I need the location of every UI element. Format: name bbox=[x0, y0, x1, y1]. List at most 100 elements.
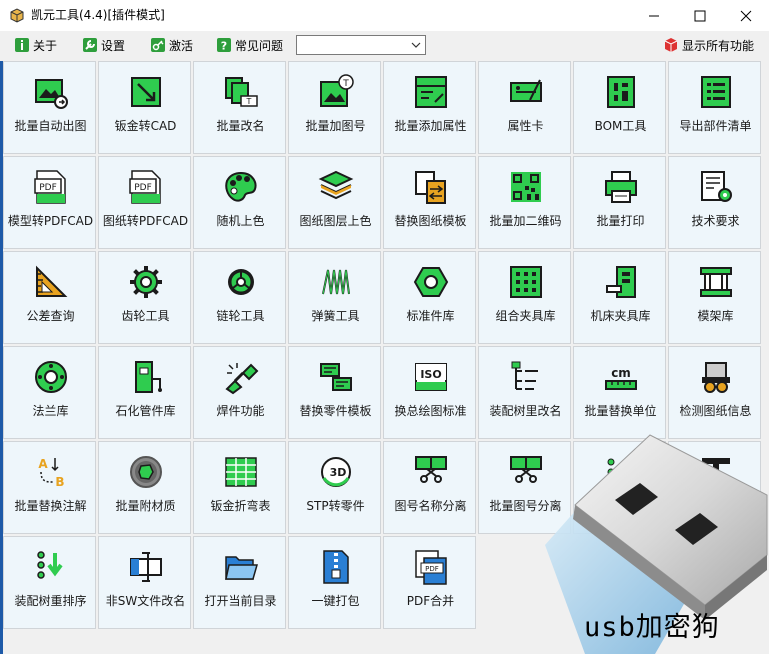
maximize-button[interactable] bbox=[677, 0, 723, 31]
folder-open-icon bbox=[225, 556, 258, 580]
tool-tile[interactable]: 模架库 bbox=[668, 251, 761, 344]
bom-icon bbox=[607, 76, 635, 108]
maximize-icon bbox=[694, 10, 706, 21]
tool-tile-label: 一键打包 bbox=[311, 594, 360, 608]
tool-tile[interactable]: 图纸图层上色 bbox=[288, 156, 381, 249]
tool-tile-label: 模架库 bbox=[697, 309, 734, 323]
tool-tile[interactable]: 石化管件库 bbox=[98, 346, 191, 439]
tool-tile[interactable]: 导出部件清单 bbox=[668, 61, 761, 154]
tool-tile[interactable]: 机床夹具库 bbox=[573, 251, 666, 344]
tool-tile-label: 批量附材质 bbox=[115, 499, 176, 513]
tool-tile[interactable]: 链轮工具 bbox=[193, 251, 286, 344]
palette-icon bbox=[225, 171, 257, 202]
tool-tile[interactable]: 钣金折弯表 bbox=[193, 441, 286, 534]
tool-tile[interactable]: 图号名称分离 bbox=[383, 441, 476, 534]
usb-dongle-caption: usb加密狗 bbox=[584, 612, 720, 643]
tool-tile[interactable]: 替换图纸模板 bbox=[383, 156, 476, 249]
tool-tile[interactable]: 随机上色 bbox=[193, 156, 286, 249]
split-number-icon bbox=[510, 456, 542, 483]
tool-tile-label: 图纸图层上色 bbox=[299, 214, 372, 228]
svg-text:T: T bbox=[342, 79, 349, 89]
activate-button[interactable]: 激活 bbox=[150, 36, 193, 54]
tool-tile-label: 批量改名 bbox=[216, 119, 265, 133]
svg-text:?: ? bbox=[221, 40, 227, 53]
tool-tile[interactable]: 非SW文件改名 bbox=[98, 536, 191, 629]
tool-tile[interactable]: 替换零件模板 bbox=[288, 346, 381, 439]
tool-tile[interactable]: 齿轮工具 bbox=[98, 251, 191, 344]
tool-tile-label: 标准件库 bbox=[406, 309, 455, 323]
flange-icon bbox=[35, 361, 67, 393]
tool-tile[interactable]: PDF PDF合并 bbox=[383, 536, 476, 629]
tool-tile-label: 图号名称分离 bbox=[394, 499, 467, 513]
tool-tile[interactable]: 公差查询 bbox=[3, 251, 96, 344]
cube-icon bbox=[663, 37, 679, 53]
tool-tile[interactable]: 批量附材质 bbox=[98, 441, 191, 534]
pipe-fitting-icon bbox=[135, 361, 162, 393]
tool-tile[interactable]: 批量添加属性 bbox=[383, 61, 476, 154]
tool-tile[interactable]: 批量自动出图 bbox=[3, 61, 96, 154]
tool-tile-label: 组合夹具库 bbox=[495, 309, 556, 323]
tree-rename-icon bbox=[511, 361, 538, 390]
tool-tile[interactable]: PDF 模型转PDFCAD bbox=[3, 156, 96, 249]
tool-tile-label: BOM工具 bbox=[594, 119, 647, 133]
info-icon bbox=[14, 37, 30, 53]
function-select[interactable] bbox=[296, 35, 426, 55]
tool-tile-label: 图纸转PDFCAD bbox=[102, 214, 189, 228]
minimize-button[interactable] bbox=[631, 0, 677, 31]
svg-text:T: T bbox=[246, 97, 252, 106]
tool-tile[interactable]: 属性卡 bbox=[478, 61, 571, 154]
tool-tile[interactable]: 打开当前目录 bbox=[193, 536, 286, 629]
tool-tile-label: 技术要求 bbox=[691, 214, 740, 228]
tool-tile[interactable]: T 批量加图号 bbox=[288, 61, 381, 154]
tool-tile[interactable]: A B 批量替换注解 bbox=[3, 441, 96, 534]
qrcode-icon bbox=[511, 172, 541, 202]
svg-text:PDF: PDF bbox=[425, 565, 439, 573]
export-list-icon bbox=[701, 76, 731, 108]
mold-base-icon bbox=[700, 267, 732, 297]
wrench-icon bbox=[82, 37, 98, 53]
tool-tile-label: 换总绘图标准 bbox=[394, 404, 467, 418]
replace-template-icon bbox=[415, 171, 446, 204]
tool-tile-label: 非SW文件改名 bbox=[105, 594, 186, 608]
split-name-icon bbox=[415, 456, 447, 483]
pdf-icon: PDF bbox=[129, 170, 161, 204]
tool-tile[interactable]: 3D STP转零件 bbox=[288, 441, 381, 534]
tech-requirement-icon bbox=[701, 171, 732, 202]
close-button[interactable] bbox=[723, 0, 769, 31]
tool-tile[interactable]: 弹簧工具 bbox=[288, 251, 381, 344]
show-all-button[interactable]: 显示所有功能 bbox=[663, 36, 754, 54]
tool-tile[interactable]: 组合夹具库 bbox=[478, 251, 571, 344]
tool-tile-label: 批量自动出图 bbox=[14, 119, 87, 133]
faq-button[interactable]: ? 常见问题 bbox=[216, 36, 283, 54]
tool-tile[interactable]: 一键打包 bbox=[288, 536, 381, 629]
tool-tile[interactable]: 钣金转CAD bbox=[98, 61, 191, 154]
tool-tile-label: 批量加图号 bbox=[305, 119, 366, 133]
svg-text:B: B bbox=[55, 475, 64, 489]
tool-tile[interactable]: 法兰库 bbox=[3, 346, 96, 439]
tool-tile[interactable]: PDF 图纸转PDFCAD bbox=[98, 156, 191, 249]
tool-tile[interactable]: 焊件功能 bbox=[193, 346, 286, 439]
tool-tile[interactable]: 批量打印 bbox=[573, 156, 666, 249]
svg-text:ISO: ISO bbox=[420, 368, 441, 381]
weld-icon bbox=[225, 363, 259, 395]
tool-tile[interactable]: T 批量改名 bbox=[193, 61, 286, 154]
tree-sort-icon bbox=[37, 551, 63, 579]
key-icon bbox=[150, 37, 166, 53]
tool-tile[interactable]: 装配树重排序 bbox=[3, 536, 96, 629]
svg-text:PDF: PDF bbox=[134, 183, 152, 193]
tool-tile[interactable]: 技术要求 bbox=[668, 156, 761, 249]
title-bar: 凯元工具(4.4)[插件模式] bbox=[0, 0, 769, 31]
tool-tile-label: PDF合并 bbox=[406, 594, 455, 608]
tool-tile[interactable]: 批量加二维码 bbox=[478, 156, 571, 249]
tool-tile[interactable]: ISO 换总绘图标准 bbox=[383, 346, 476, 439]
tool-tile-label: 批量添加属性 bbox=[394, 119, 467, 133]
pdf-icon: PDF bbox=[34, 170, 66, 204]
activate-label: 激活 bbox=[169, 38, 194, 53]
tool-tile[interactable]: BOM工具 bbox=[573, 61, 666, 154]
sheetmetal-cad-icon bbox=[131, 77, 161, 107]
about-button[interactable]: 关于 bbox=[14, 36, 57, 54]
tool-tile-label: STP转零件 bbox=[306, 499, 365, 513]
tool-tile[interactable]: 标准件库 bbox=[383, 251, 476, 344]
tool-tile-label: 模型转PDFCAD bbox=[7, 214, 94, 228]
settings-button[interactable]: 设置 bbox=[82, 36, 125, 54]
